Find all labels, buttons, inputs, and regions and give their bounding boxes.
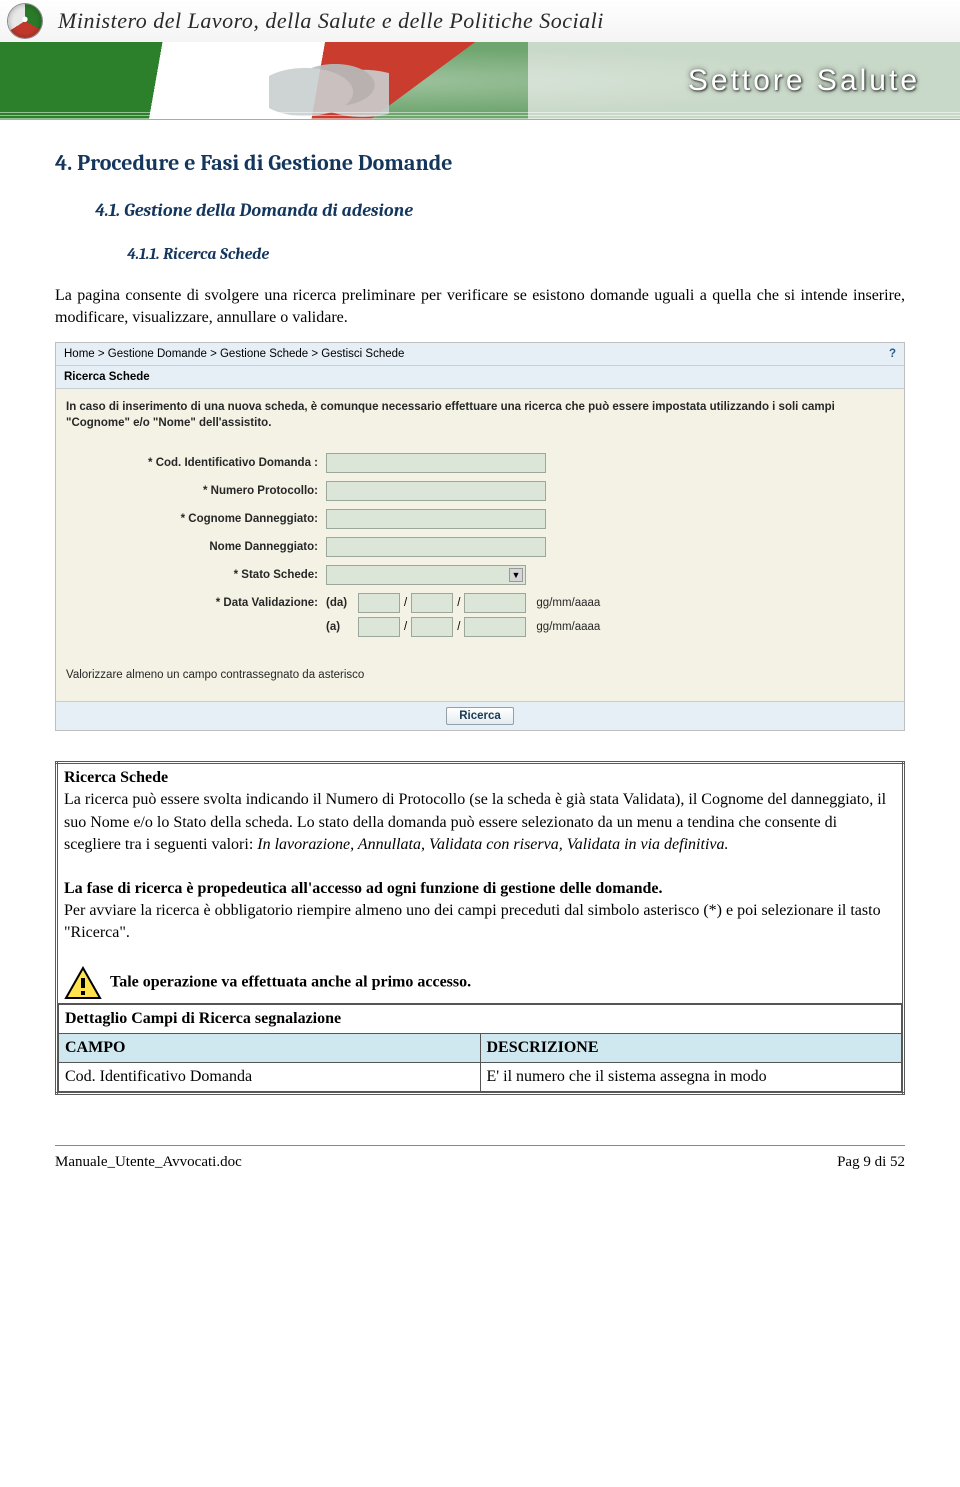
label-numero-protocollo: * Numero Protocollo: bbox=[66, 485, 326, 497]
label-nome: Nome Danneggiato: bbox=[66, 541, 326, 553]
heading-level-2: 4. Procedure e Fasi di Gestione Domande bbox=[55, 150, 905, 176]
embedded-app-screenshot: Home > Gestione Domande > Gestione Sched… bbox=[55, 342, 905, 731]
input-cognome[interactable] bbox=[326, 509, 546, 529]
input-nome[interactable] bbox=[326, 537, 546, 557]
input-date-to-year[interactable] bbox=[464, 617, 526, 637]
panel-instructions: In caso di inserimento di una nuova sche… bbox=[56, 389, 904, 445]
footer-filename: Manuale_Utente_Avvocati.doc bbox=[55, 1154, 242, 1171]
label-cod-domanda: * Cod. Identificativo Domanda : bbox=[66, 457, 326, 469]
input-numero-protocollo[interactable] bbox=[326, 481, 546, 501]
statue-icon bbox=[269, 50, 389, 120]
banner-lines bbox=[0, 112, 960, 120]
table-cell-desc: E' il numero che il sistema assegna in m… bbox=[480, 1063, 902, 1092]
page-header: Ministero del Lavoro, della Salute e del… bbox=[0, 0, 960, 120]
table-cell-field: Cod. Identificativo Domanda bbox=[59, 1063, 481, 1092]
input-date-from-year[interactable] bbox=[464, 593, 526, 613]
heading-level-4: 4.1.1. Ricerca Schede bbox=[127, 245, 905, 263]
search-form: * Cod. Identificativo Domanda : * Numero… bbox=[56, 445, 904, 653]
italian-flag-icon bbox=[0, 42, 528, 120]
page-footer: Manuale_Utente_Avvocati.doc Pag 9 di 52 bbox=[55, 1145, 905, 1201]
table-header-descrizione: DESCRIZIONE bbox=[480, 1034, 902, 1063]
date-separator: / bbox=[404, 597, 407, 609]
intro-paragraph: La pagina consente di svolgere una ricer… bbox=[55, 285, 905, 328]
info-box: Ricerca Schede La ricerca può essere svo… bbox=[55, 761, 905, 1095]
warning-triangle-icon bbox=[64, 966, 102, 1000]
date-format-hint: gg/mm/aaaa bbox=[536, 621, 600, 633]
panel-title: Ricerca Schede bbox=[56, 366, 904, 389]
info-box-para2-bold: La fase di ricerca è propedeutica all'ac… bbox=[64, 878, 896, 900]
info-box-para2-rest: Per avviare la ricerca è obbligatorio ri… bbox=[64, 900, 896, 944]
breadcrumb[interactable]: Home > Gestione Domande > Gestione Sched… bbox=[64, 348, 404, 360]
input-date-to-month[interactable] bbox=[411, 617, 453, 637]
help-icon[interactable]: ? bbox=[889, 348, 896, 360]
input-date-to-day[interactable] bbox=[358, 617, 400, 637]
input-cod-domanda[interactable] bbox=[326, 453, 546, 473]
info-box-title: Ricerca Schede bbox=[64, 767, 896, 789]
sector-title: Settore Salute bbox=[688, 64, 920, 98]
label-data-validazione: * Data Validazione: bbox=[66, 593, 326, 609]
label-stato-schede: * Stato Schede: bbox=[66, 569, 326, 581]
footer-page-number: Pag 9 di 52 bbox=[837, 1154, 905, 1171]
detail-section-title: Dettaglio Campi di Ricerca segnalazione bbox=[59, 1005, 902, 1034]
field-detail-table: Dettaglio Campi di Ricerca segnalazione … bbox=[58, 1004, 902, 1092]
date-separator: / bbox=[404, 621, 407, 633]
italy-emblem-icon bbox=[8, 4, 42, 38]
date-to-label: (a) bbox=[326, 621, 354, 633]
ricerca-button[interactable]: Ricerca bbox=[446, 707, 514, 725]
ministry-name: Ministero del Lavoro, della Salute e del… bbox=[58, 8, 604, 34]
select-stato-schede[interactable]: ▼ bbox=[326, 565, 526, 585]
date-from-label: (da) bbox=[326, 597, 354, 609]
form-note: Valorizzare almeno un campo contrassegna… bbox=[56, 653, 904, 701]
input-date-from-month[interactable] bbox=[411, 593, 453, 613]
input-date-from-day[interactable] bbox=[358, 593, 400, 613]
label-cognome: * Cognome Danneggiato: bbox=[66, 513, 326, 525]
info-box-warning: Tale operazione va effettuata anche al p… bbox=[64, 966, 896, 1000]
date-separator: / bbox=[457, 597, 460, 609]
heading-level-3: 4.1. Gestione della Domanda di adesione bbox=[95, 200, 905, 221]
date-format-hint: gg/mm/aaaa bbox=[536, 597, 600, 609]
table-header-campo: CAMPO bbox=[59, 1034, 481, 1063]
date-separator: / bbox=[457, 621, 460, 633]
chevron-down-icon: ▼ bbox=[509, 568, 523, 582]
info-box-para1: La ricerca può essere svolta indicando i… bbox=[64, 789, 896, 855]
